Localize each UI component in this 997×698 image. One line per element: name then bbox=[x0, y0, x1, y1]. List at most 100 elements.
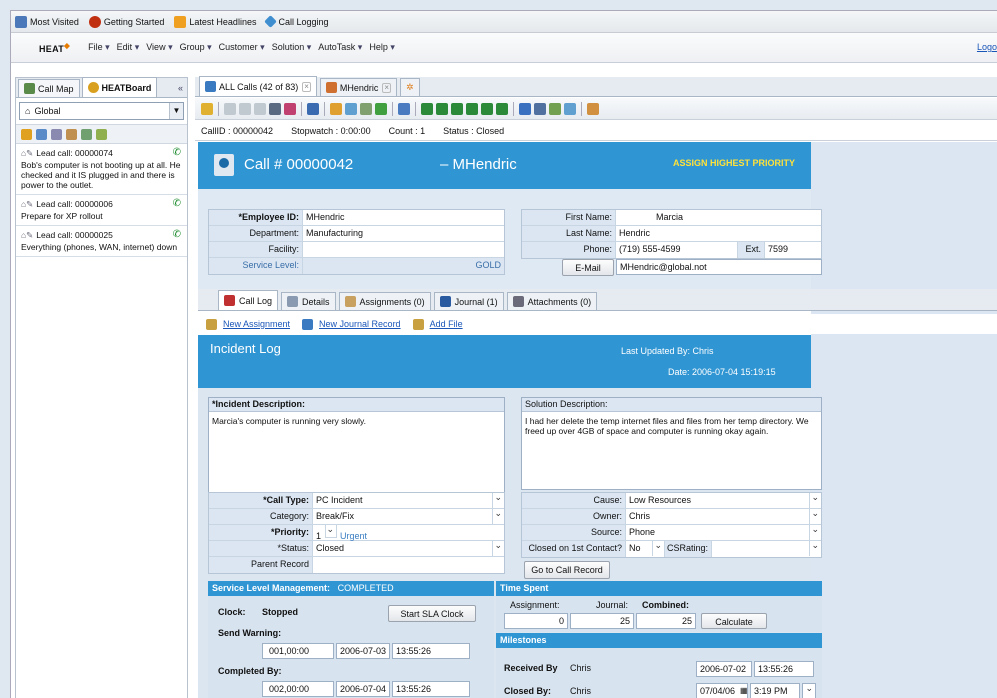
menu-solution[interactable]: Solution bbox=[272, 42, 312, 53]
lead-call-item[interactable]: ⌂✎ Lead call: 00000006 ✆ Prepare for XP ro… bbox=[16, 195, 187, 226]
assign-priority-link[interactable]: ASSIGN HIGHEST PRIORITY bbox=[673, 158, 795, 168]
next-page-icon[interactable] bbox=[481, 102, 493, 115]
tab-new[interactable]: ✲ bbox=[400, 78, 420, 96]
copy-icon[interactable] bbox=[81, 128, 92, 140]
cause-select[interactable]: Low Resources bbox=[626, 490, 821, 508]
prev-page-icon[interactable] bbox=[436, 102, 448, 115]
call-type-select[interactable]: PC Incident bbox=[313, 490, 504, 508]
phone-field[interactable]: (719) 555-4599 bbox=[616, 242, 737, 258]
chevron-down-icon[interactable]: ▼ bbox=[169, 103, 183, 119]
solution-description-field[interactable]: I had her delete the temp internet files… bbox=[522, 412, 821, 440]
heat-logo: HEAT◆ bbox=[39, 41, 71, 54]
menu-autotask[interactable]: AutoTask bbox=[318, 42, 362, 53]
copy-record-icon[interactable] bbox=[360, 102, 372, 115]
bookmark-most-visited[interactable]: Most Visited bbox=[15, 15, 79, 28]
phone-icon[interactable]: ✆ bbox=[173, 199, 181, 209]
facility-field[interactable] bbox=[303, 242, 504, 257]
lead-call-item[interactable]: ⌂✎ Lead call: 00000025 ✆ Everything (phone… bbox=[16, 226, 187, 257]
employee-id-field[interactable]: MHendric bbox=[303, 210, 504, 225]
tab-all-calls[interactable]: ALL Calls (42 of 83) × bbox=[199, 76, 317, 96]
edit-icon[interactable] bbox=[345, 102, 357, 115]
grid-icon[interactable] bbox=[519, 102, 531, 115]
last-icon[interactable] bbox=[496, 102, 508, 115]
spell-icon[interactable] bbox=[284, 102, 296, 115]
save-close-icon[interactable] bbox=[239, 102, 251, 115]
tab-assignments[interactable]: Assignments (0) bbox=[338, 292, 431, 310]
call-icon[interactable] bbox=[307, 102, 319, 115]
assign-icon[interactable] bbox=[549, 102, 561, 115]
incident-description-field[interactable]: Marcia's computer is running very slowly… bbox=[209, 412, 504, 430]
parent-record-field[interactable] bbox=[313, 557, 504, 573]
report-icon[interactable] bbox=[534, 102, 546, 115]
menu-view[interactable]: View bbox=[146, 42, 172, 53]
refresh-icon[interactable] bbox=[375, 102, 387, 115]
csrating-select[interactable] bbox=[712, 538, 821, 557]
ext-field[interactable]: 7599 bbox=[765, 242, 821, 258]
bookmark-call-logging[interactable]: Call Logging bbox=[264, 15, 329, 28]
group-icon[interactable] bbox=[66, 128, 77, 140]
chevron-down-icon[interactable] bbox=[492, 506, 504, 524]
tab-journal[interactable]: Journal (1) bbox=[433, 292, 504, 310]
menu-customer[interactable]: Customer bbox=[219, 42, 265, 53]
chevron-down-icon[interactable] bbox=[652, 538, 664, 556]
calculate-button[interactable]: Calculate bbox=[701, 613, 767, 629]
first-name-field[interactable]: Marcia bbox=[616, 210, 821, 225]
menu-group[interactable]: Group bbox=[180, 42, 212, 53]
pin-icon[interactable] bbox=[51, 128, 62, 140]
add-file-link[interactable]: Add File bbox=[430, 319, 463, 329]
owner-select[interactable]: Chris bbox=[626, 506, 821, 524]
start-sla-clock-button[interactable]: Start SLA Clock bbox=[388, 605, 476, 622]
first-icon[interactable] bbox=[421, 102, 433, 115]
chevron-down-icon[interactable] bbox=[492, 538, 504, 556]
prev-icon[interactable] bbox=[451, 102, 463, 115]
chevron-down-icon[interactable] bbox=[802, 681, 816, 698]
tab-attachments[interactable]: Attachments (0) bbox=[506, 292, 598, 310]
search-icon[interactable] bbox=[36, 128, 47, 140]
tab-call-log[interactable]: Call Log bbox=[218, 290, 279, 310]
form-icon[interactable] bbox=[398, 102, 410, 115]
lead-call-item[interactable]: ⌂✎ Lead call: 00000074 ✆ Bob's computer is… bbox=[16, 144, 187, 195]
new-icon[interactable] bbox=[21, 128, 32, 140]
chevron-down-icon[interactable] bbox=[809, 538, 821, 556]
bookmark-latest-headlines[interactable]: Latest Headlines bbox=[174, 15, 256, 28]
menu-file[interactable]: File bbox=[88, 42, 110, 53]
status-select[interactable]: Closed bbox=[313, 538, 504, 556]
refresh-icon[interactable] bbox=[96, 128, 107, 140]
phone-icon[interactable]: ✆ bbox=[173, 230, 181, 240]
go-to-call-record-button[interactable]: Go to Call Record bbox=[524, 561, 610, 579]
last-name-field[interactable]: Hendric bbox=[616, 226, 821, 241]
new-record-icon[interactable] bbox=[201, 102, 213, 115]
calendar-icon[interactable]: ▦ bbox=[740, 686, 748, 695]
close-icon[interactable]: × bbox=[382, 82, 392, 93]
pin-icon[interactable] bbox=[587, 102, 599, 115]
email-field[interactable]: MHendric@global.not bbox=[616, 259, 822, 275]
print-icon[interactable] bbox=[269, 102, 281, 115]
tab-details[interactable]: Details bbox=[281, 292, 336, 310]
phone-icon[interactable]: ✆ bbox=[173, 148, 181, 158]
next-icon[interactable] bbox=[466, 102, 478, 115]
close-icon[interactable]: × bbox=[302, 81, 311, 92]
menu-help[interactable]: Help bbox=[369, 42, 395, 53]
save-icon[interactable] bbox=[224, 102, 236, 115]
undo-icon[interactable] bbox=[254, 102, 266, 115]
closed-time-field[interactable]: 3:19 PM bbox=[750, 683, 800, 698]
link-icon[interactable] bbox=[564, 102, 576, 115]
lead-icon: ⌂✎ bbox=[21, 230, 34, 240]
new-journal-link[interactable]: New Journal Record bbox=[319, 319, 401, 329]
tab-call-map[interactable]: Call Map bbox=[18, 79, 80, 97]
open-icon[interactable] bbox=[330, 102, 342, 115]
logout-link[interactable]: Logou bbox=[977, 42, 997, 52]
tab-heatboard[interactable]: HEATBoard bbox=[81, 77, 158, 97]
menu-edit[interactable]: Edit bbox=[117, 42, 140, 53]
tab-mhendric[interactable]: MHendric × bbox=[319, 78, 398, 96]
category-select[interactable]: Break/Fix bbox=[313, 506, 504, 524]
new-assignment-link[interactable]: New Assignment bbox=[223, 319, 290, 329]
chevron-down-icon[interactable] bbox=[325, 522, 338, 538]
department-field[interactable]: Manufacturing bbox=[303, 226, 504, 241]
email-button[interactable]: E-Mail bbox=[562, 259, 614, 276]
collapse-panel-button[interactable]: « bbox=[178, 83, 183, 93]
priority-select[interactable]: 1Urgent bbox=[313, 522, 504, 541]
group-select[interactable]: ⌂ Global ▼ bbox=[19, 102, 184, 120]
bookmark-getting-started[interactable]: Getting Started bbox=[88, 15, 164, 28]
closed-first-contact-select[interactable]: No bbox=[626, 538, 664, 557]
